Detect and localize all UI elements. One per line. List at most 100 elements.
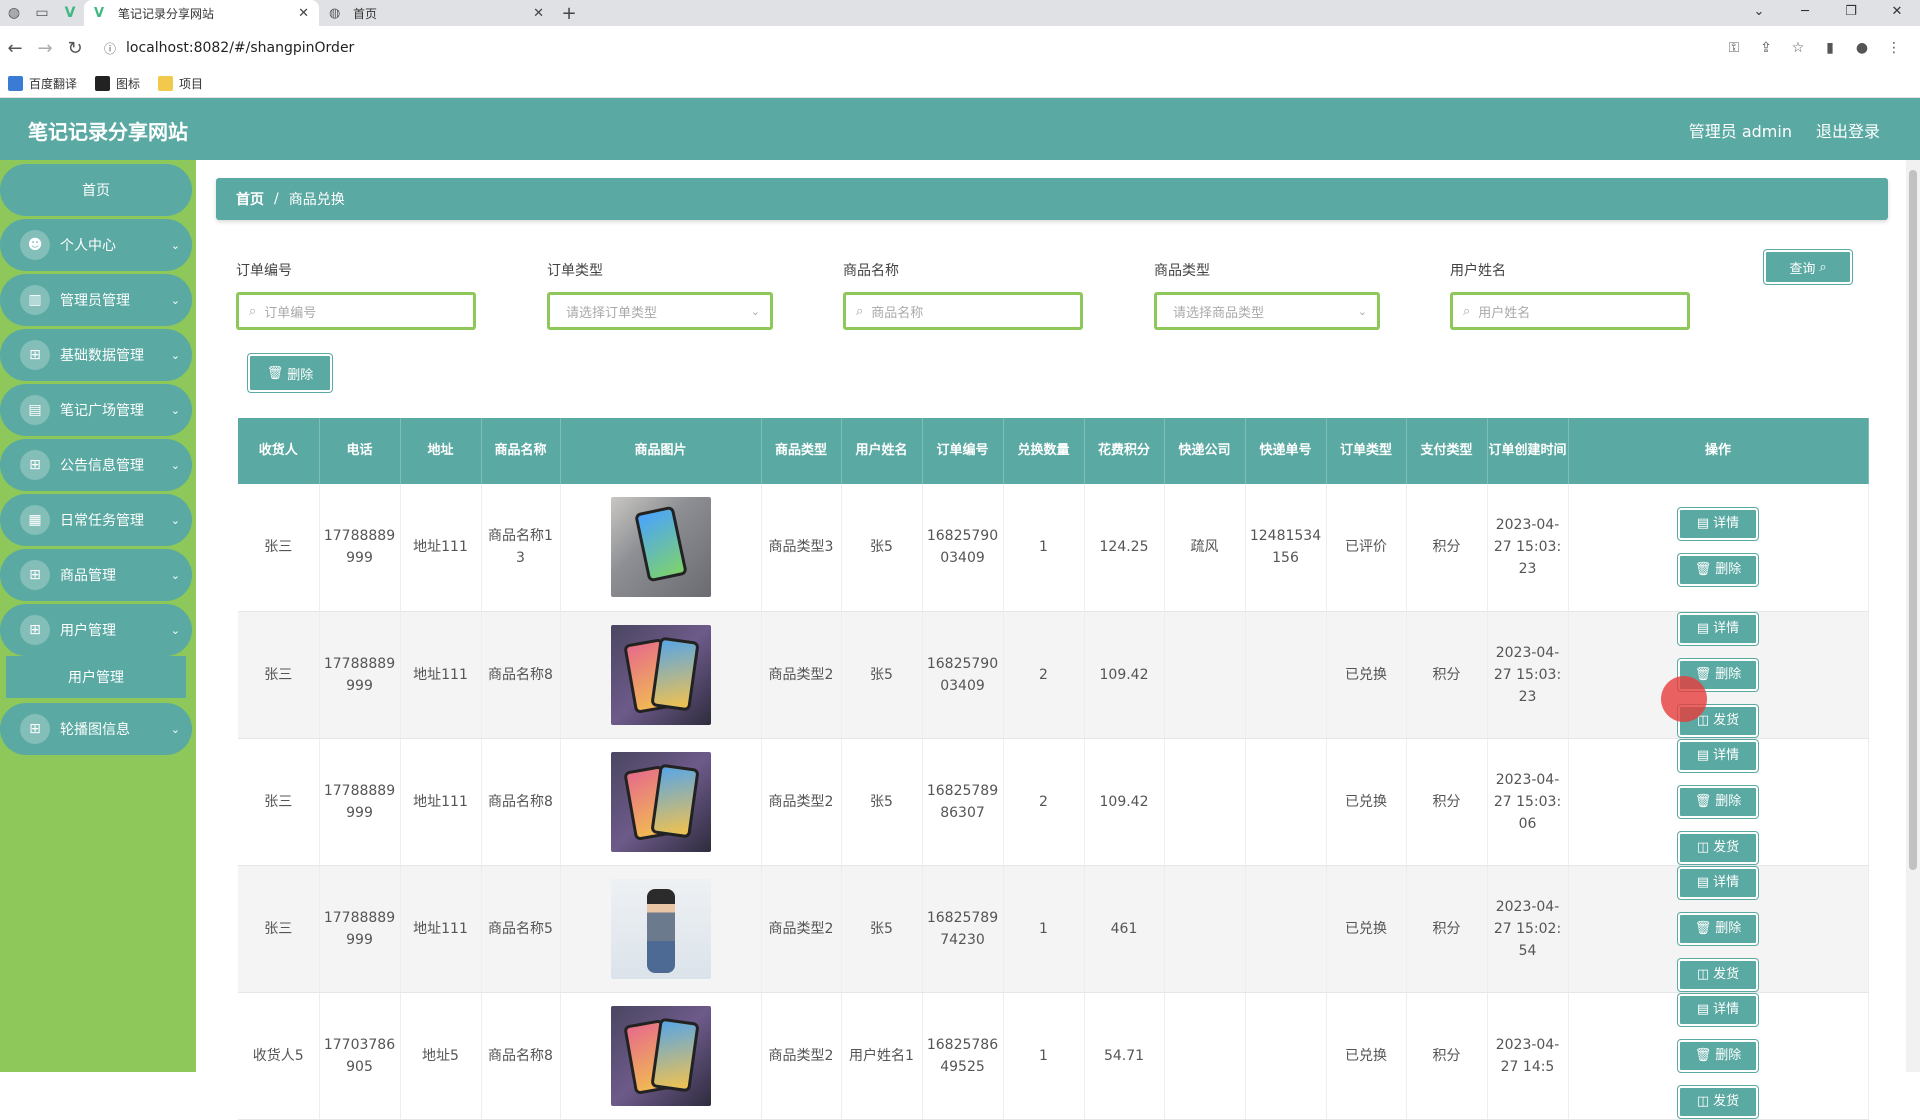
sidebar-item-label: 日常任务管理 [60,513,144,529]
bookmark-item[interactable]: 百度翻译 [8,75,77,92]
chevron-down-icon[interactable]: ⌄ [1736,0,1782,26]
tab-active[interactable]: V 笔记记录分享网站 ✕ [84,0,319,26]
goods-type-select[interactable]: 请选择商品类型 ⌄ [1154,292,1380,330]
menu-icon[interactable]: ⋮ [1878,40,1910,56]
breadcrumb-separator: / [274,191,279,207]
batch-delete-button[interactable]: 🗑 删除 [248,354,332,392]
cell-address: 地址111 [400,738,482,866]
cell-tracking [1245,992,1327,1120]
order-no-input[interactable]: ⌕ 订单编号 [236,292,476,330]
chevron-down-icon: ⌄ [170,403,180,417]
new-tab-button[interactable]: + [554,0,584,26]
forward-icon[interactable]: → [30,38,60,59]
delete-button[interactable]: 🗑 删除 [1678,785,1758,818]
url-field[interactable]: ⓘ localhost:8082/#/shangpinOrder [104,40,354,57]
ship-button[interactable]: ◫ 发货 [1678,1085,1758,1118]
blank-tab-icon[interactable]: ▭ [28,0,56,26]
reload-icon[interactable]: ↻ [60,38,90,59]
sidebar-item-basic-data[interactable]: ⊞ 基础数据管理 ⌄ [0,329,192,381]
sidebar-item-label: 管理员管理 [60,293,130,309]
sidebar-item-label: 轮播图信息 [60,722,130,738]
filter-order-no: 订单编号 ⌕ 订单编号 [236,260,476,330]
restore-button[interactable]: ❐ [1828,0,1874,26]
order-type-select[interactable]: 请选择订单类型 ⌄ [547,292,773,330]
input-placeholder: 商品名称 [871,305,924,321]
app-title: 笔记记录分享网站 [28,120,188,144]
sidebar-item-personal-center[interactable]: ☻ 个人中心 ⌄ [0,219,192,271]
profile-icon[interactable]: ● [1846,40,1878,56]
ship-button[interactable]: ◫ 发货 [1678,831,1758,864]
sidebar-item-admin[interactable]: ▥ 管理员管理 ⌄ [0,274,192,326]
goods-name-input[interactable]: ⌕ 商品名称 [843,292,1083,330]
tab-home[interactable]: ◍ 首页 ✕ [319,0,554,26]
globe-icon[interactable]: ◍ [0,0,28,26]
close-icon[interactable]: ✕ [533,6,544,21]
logout-link[interactable]: 退出登录 [1816,118,1880,142]
cell-order: 1682578649525 [922,992,1004,1120]
cell-pay: 积分 [1406,738,1488,866]
cell-points: 124.25 [1084,484,1165,612]
ship-button[interactable]: ◫ 发货 [1678,958,1758,991]
delete-button[interactable]: 🗑 删除 [1678,1039,1758,1072]
vue-icon[interactable]: V [56,0,84,26]
row-actions: ▤ 详情 🗑 删除 ◫ 发货 [1638,612,1798,737]
sidebar-item-daily-tasks[interactable]: ▦ 日常任务管理 ⌄ [0,494,192,546]
action-label: 删除 [1715,666,1742,682]
close-window-button[interactable]: ✕ [1874,0,1920,26]
minimize-button[interactable]: ─ [1782,0,1828,26]
folder-icon [158,76,174,91]
query-label: 查询 [1789,261,1816,277]
cell-otype: 已兑换 [1326,865,1407,993]
cell-user: 张5 [841,611,923,739]
goods-image-cell [560,484,762,612]
delete-button[interactable]: 🗑 删除 [1678,912,1758,945]
col-header: 地址 [400,418,482,484]
action-label: 详情 [1713,620,1740,636]
address-bar: ← → ↻ ⓘ localhost:8082/#/shangpinOrder ⚿… [0,26,1920,70]
goods-image [610,624,711,725]
delete-button[interactable]: 🗑 删除 [1678,554,1758,587]
scrollbar-thumb[interactable] [1909,170,1917,870]
orders-table: 收货人 电话 地址 商品名称 商品图片 商品类型 用户姓名 订单编号 兑换数量 … [238,418,1869,1120]
share-icon[interactable]: ⇪ [1750,40,1782,56]
cell-courier [1164,611,1246,739]
col-header: 电话 [319,418,401,484]
detail-button[interactable]: ▤ 详情 [1678,739,1758,772]
sidebar-item-notes-square[interactable]: ▤ 笔记广场管理 ⌄ [0,384,192,436]
key-icon[interactable]: ⚿ [1718,40,1750,56]
breadcrumb-home[interactable]: 首页 [236,189,264,209]
bookmark-item[interactable]: 图标 [95,75,140,92]
sidebar-toggle-icon[interactable]: ▮ [1814,40,1846,56]
sidebar-subitem-users[interactable]: 用户管理 [6,656,186,698]
sidebar-item-home[interactable]: 首页 [0,164,192,216]
page-scrollbar[interactable] [1906,160,1920,1072]
cell-tracking: 12481534156 [1245,484,1327,612]
cell-otype: 已兑换 [1326,611,1407,739]
detail-button[interactable]: ▤ 详情 [1678,993,1758,1026]
close-icon[interactable]: ✕ [298,6,309,21]
cell-user: 张5 [841,484,923,612]
detail-button[interactable]: ▤ 详情 [1678,866,1758,899]
col-header: 商品名称 [481,418,561,484]
row-actions: ▤ 详情 🗑 删除 ◫ 发货 [1638,993,1798,1118]
sidebar-subitem-label: 用户管理 [68,670,124,686]
detail-button[interactable]: ▤ 详情 [1678,612,1758,645]
ship-icon: ◫ [1696,839,1710,855]
star-icon[interactable]: ☆ [1782,40,1814,56]
url-text: localhost:8082/#/shangpinOrder [126,40,355,56]
user-name-input[interactable]: ⌕ 用户姓名 [1450,292,1690,330]
query-button[interactable]: 查询 ⌕ [1764,250,1852,284]
cell-time: 2023-04-27 15:03:23 [1487,611,1569,739]
sidebar-item-announcements[interactable]: ⊞ 公告信息管理 ⌄ [0,439,192,491]
sidebar-item-goods[interactable]: ⊞ 商品管理 ⌄ [0,549,192,601]
detail-button[interactable]: ▤ 详情 [1678,508,1758,541]
filter-label: 用户姓名 [1450,263,1506,279]
bookmark-item[interactable]: 项目 [158,75,203,92]
action-label: 发货 [1713,839,1740,855]
sidebar-item-users[interactable]: ⊞ 用户管理 ⌄ [0,604,192,656]
info-icon[interactable]: ⓘ [104,40,116,57]
sidebar-item-carousel[interactable]: ⊞ 轮播图信息 ⌄ [0,703,192,755]
cell-courier [1164,738,1246,866]
back-icon[interactable]: ← [0,38,30,59]
action-label: 详情 [1713,516,1740,532]
